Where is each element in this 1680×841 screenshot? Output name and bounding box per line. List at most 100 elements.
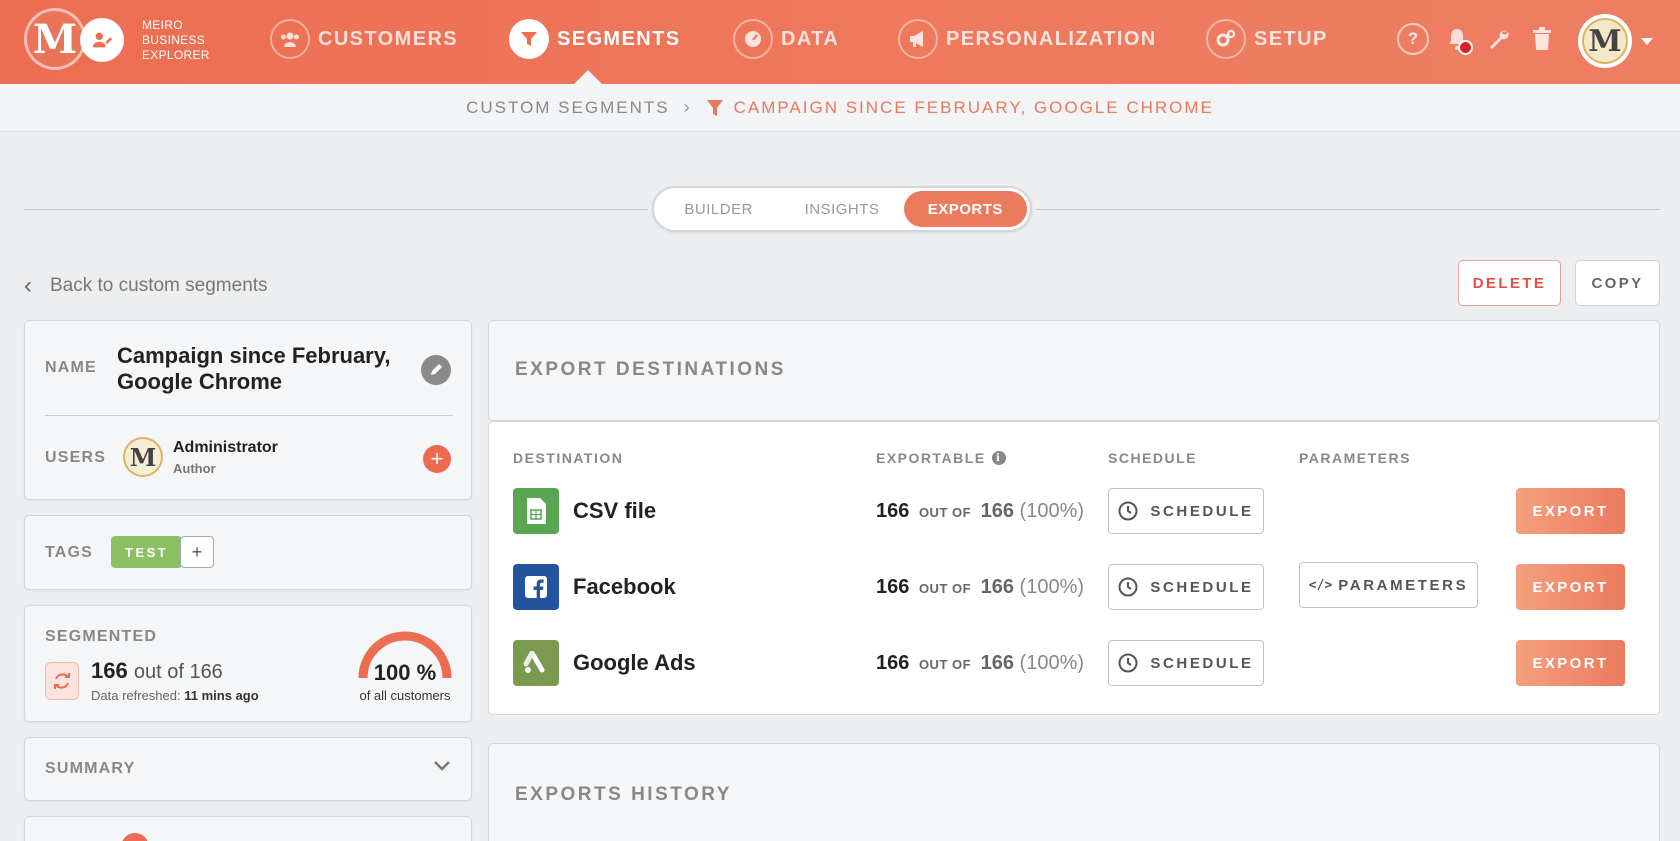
- exportable-total: 166: [980, 500, 1014, 522]
- nav-setup[interactable]: SETUP: [1206, 18, 1328, 60]
- segment-tabs: BUILDER INSIGHTS EXPORTS: [652, 186, 1032, 232]
- nav-personalization-label: PERSONALIZATION: [946, 27, 1157, 50]
- destination-name: Facebook: [573, 574, 676, 599]
- tab-divider-left: [24, 209, 648, 210]
- nav-customers[interactable]: CUSTOMERS: [270, 18, 458, 60]
- exportable-count: 166 OUT OF 166 (100%): [876, 500, 1084, 523]
- trash-button[interactable]: [1525, 22, 1559, 56]
- business-explorer-icon: [80, 18, 124, 62]
- nav-setup-label: SETUP: [1254, 27, 1328, 50]
- notifications-button[interactable]: [1440, 22, 1474, 56]
- export-button[interactable]: EXPORT: [1516, 640, 1625, 686]
- copy-button[interactable]: COPY: [1575, 260, 1660, 306]
- back-link-label: Back to custom segments: [50, 275, 268, 296]
- admin-tools-button[interactable]: [1482, 22, 1516, 56]
- destination-name: Google Ads: [573, 650, 696, 675]
- tab-divider-right: [1036, 209, 1660, 210]
- column-destination: DESTINATION: [513, 450, 624, 466]
- chevron-left-icon: ‹: [24, 272, 32, 299]
- column-exportable-label: EXPORTABLE: [876, 450, 986, 466]
- segment-name-line-1: Campaign since February,: [117, 343, 391, 368]
- edit-name-button[interactable]: [421, 355, 451, 385]
- schedule-label: SCHEDULE: [1150, 654, 1254, 672]
- export-button[interactable]: EXPORT: [1516, 564, 1625, 610]
- breadcrumb-custom-segments[interactable]: CUSTOM SEGMENTS: [466, 98, 669, 118]
- table-row: CSV file 166 OUT OF 166 (100%) SCHEDULE …: [489, 486, 1661, 536]
- brand-line-1: MEIRO: [142, 18, 183, 32]
- user-name: Administrator: [173, 439, 278, 456]
- segmented-value: 166: [91, 658, 128, 683]
- users-icon: [270, 19, 310, 59]
- logo-letter: M: [32, 15, 78, 63]
- tab-exports[interactable]: EXPORTS: [903, 191, 1027, 227]
- destination-name: CSV file: [573, 498, 657, 523]
- divider: [45, 415, 453, 416]
- nav-personalization[interactable]: PERSONALIZATION: [898, 18, 1157, 60]
- add-icon[interactable]: [121, 833, 149, 841]
- nav-segments-label: SEGMENTS: [557, 27, 681, 50]
- parameters-button[interactable]: </> PARAMETERS: [1299, 562, 1478, 608]
- brand-name: MEIRO BUSINESS EXPLORER: [142, 18, 210, 63]
- clock-icon: [1118, 577, 1138, 597]
- out-of-label: OUT OF: [918, 505, 972, 520]
- exports-history-panel: EXPORTS HISTORY: [488, 743, 1660, 841]
- add-tag-button[interactable]: +: [180, 536, 214, 568]
- facebook-icon: [513, 564, 559, 610]
- users-label: USERS: [45, 449, 107, 466]
- meiro-logo[interactable]: M: [24, 8, 86, 70]
- exportable-count: 166 OUT OF 166 (100%): [876, 652, 1084, 675]
- breadcrumb-current-label: CAMPAIGN SINCE FEBRUARY, GOOGLE CHROME: [733, 97, 1214, 117]
- nav-segments[interactable]: SEGMENTS: [509, 18, 680, 60]
- out-of-label: OUT OF: [918, 657, 972, 672]
- schedule-button[interactable]: SCHEDULE: [1108, 564, 1264, 610]
- brand-line-3: EXPLORER: [142, 48, 210, 62]
- refresh-button[interactable]: [45, 662, 79, 700]
- exportable-value: 166: [876, 576, 910, 598]
- nav-data-label: DATA: [781, 27, 840, 50]
- chevron-down-icon[interactable]: [1641, 38, 1653, 45]
- segmented-card: SEGMENTED 166 out of 166 Data refreshed:…: [24, 605, 472, 722]
- chevron-right-icon: ›: [683, 97, 692, 117]
- filter-icon: [509, 19, 549, 59]
- code-icon: </>: [1308, 577, 1333, 593]
- exportable-total: 166: [980, 576, 1014, 598]
- segmented-count: 166 out of 166: [91, 658, 223, 684]
- table-row: Facebook 166 OUT OF 166 (100%) SCHEDULE …: [489, 562, 1661, 612]
- exportable-value: 166: [876, 500, 910, 522]
- clock-icon: [1118, 653, 1138, 673]
- user-avatar-button[interactable]: M: [1578, 14, 1632, 68]
- schedule-button[interactable]: SCHEDULE: [1108, 488, 1264, 534]
- trash-icon: [1533, 27, 1551, 50]
- nav-data[interactable]: DATA: [733, 18, 839, 60]
- export-destinations-table: DESTINATION EXPORTABLE i SCHEDULE PARAMET…: [488, 421, 1660, 715]
- column-parameters: PARAMETERS: [1299, 450, 1411, 466]
- summary-label: SUMMARY: [45, 760, 136, 777]
- tags-label: TAGS: [45, 544, 94, 561]
- chevron-down-icon: [434, 761, 450, 771]
- active-nav-indicator: [574, 70, 602, 84]
- help-button[interactable]: ?: [1396, 22, 1430, 56]
- back-to-custom-segments-link[interactable]: ‹ Back to custom segments: [24, 272, 268, 300]
- megaphone-icon: [898, 19, 938, 59]
- clock-icon: [1118, 501, 1138, 521]
- exportable-percent: (100%): [1019, 500, 1085, 522]
- schedule-button[interactable]: SCHEDULE: [1108, 640, 1264, 686]
- delete-button[interactable]: DELETE: [1458, 260, 1561, 306]
- segment-name-line-2: Google Chrome: [117, 369, 283, 394]
- user-role: Author: [173, 461, 216, 476]
- plus-icon: +: [430, 446, 444, 471]
- parameters-label: PARAMETERS: [1338, 576, 1469, 594]
- segment-details-card: NAME Campaign since February, Google Chr…: [24, 320, 472, 500]
- info-icon[interactable]: i: [991, 451, 1006, 465]
- pencil-icon: [431, 364, 442, 375]
- data-refreshed: Data refreshed: 11 mins ago: [91, 688, 259, 703]
- add-user-button[interactable]: +: [423, 445, 451, 473]
- out-of-label: OUT OF: [918, 581, 972, 596]
- tab-builder[interactable]: BUILDER: [657, 191, 780, 227]
- export-button[interactable]: EXPORT: [1516, 488, 1625, 534]
- summary-card[interactable]: SUMMARY: [24, 737, 472, 801]
- tab-insights[interactable]: INSIGHTS: [780, 191, 903, 227]
- schedule-label: SCHEDULE: [1150, 578, 1254, 596]
- tag-test[interactable]: TEST: [111, 536, 183, 568]
- percent-caption: of all customers: [359, 688, 451, 703]
